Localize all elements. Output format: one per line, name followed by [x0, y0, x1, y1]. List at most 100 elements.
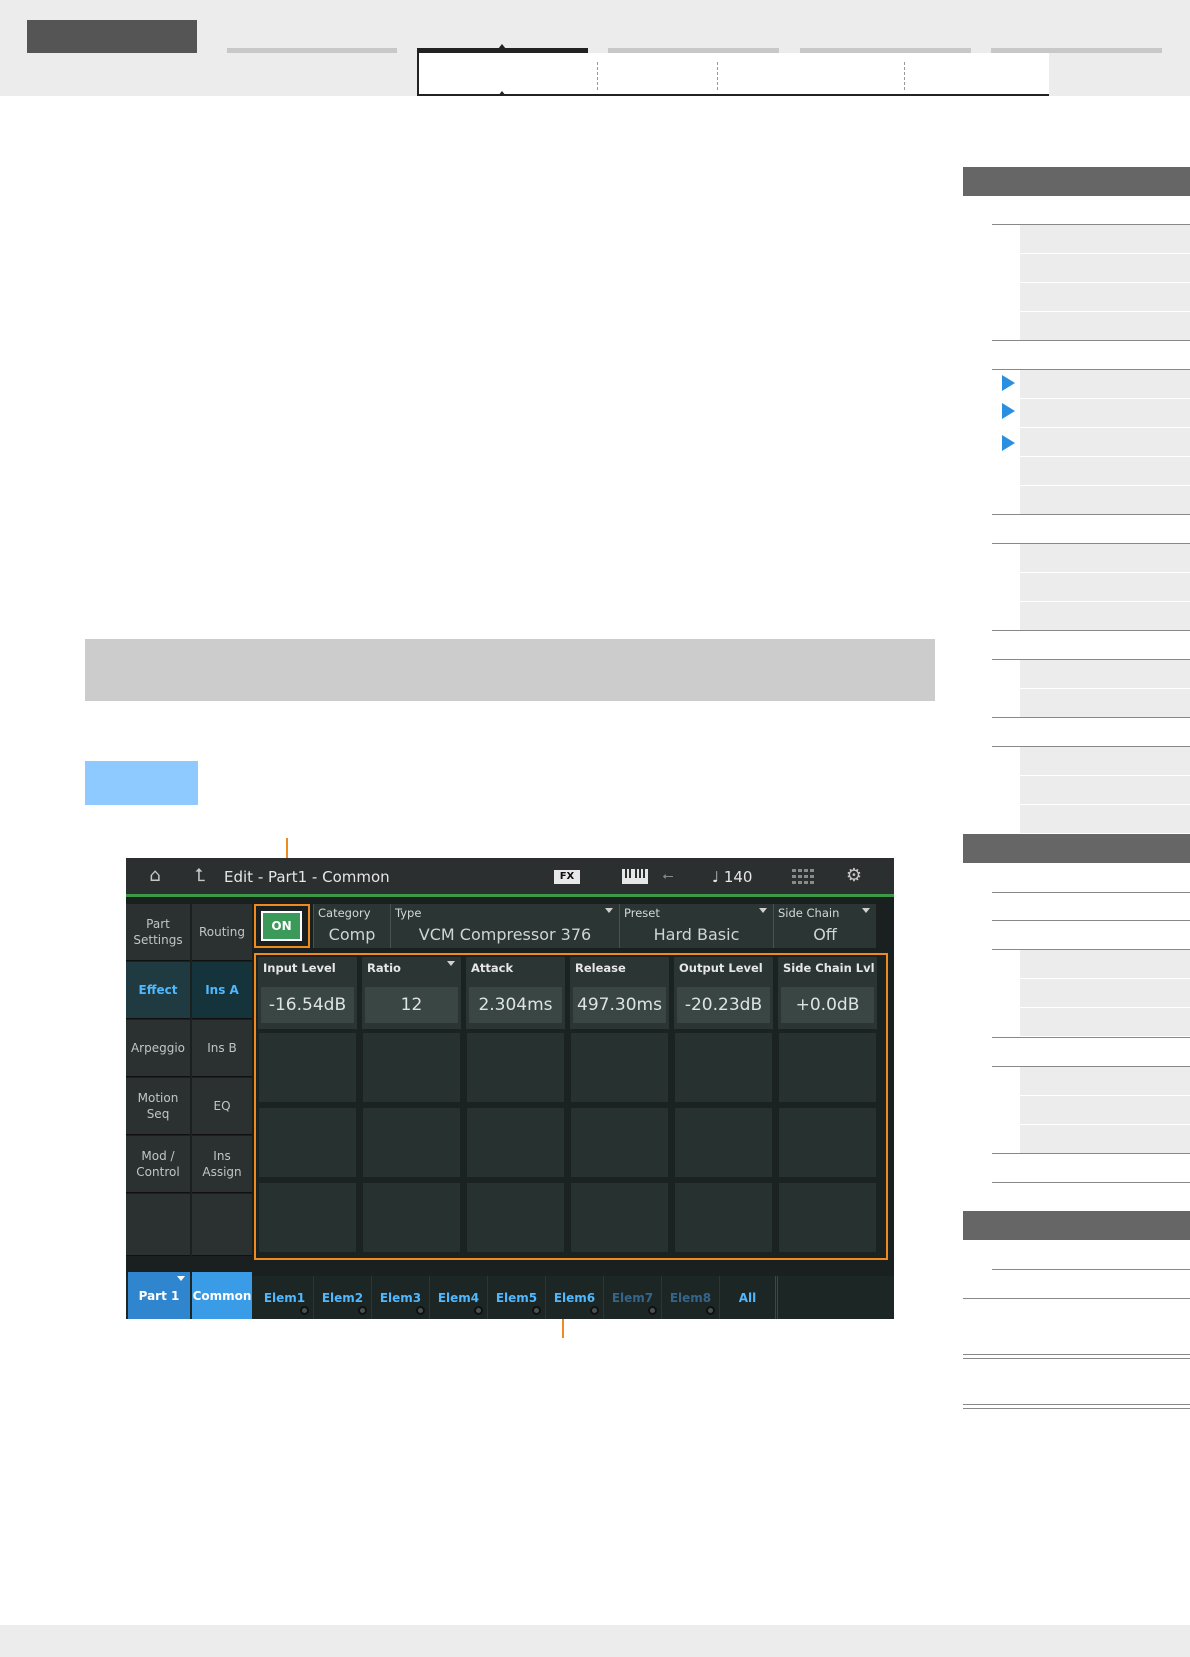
elem-tab-2[interactable]: Elem2: [314, 1276, 372, 1319]
sidebar-item[interactable]: [1020, 544, 1190, 572]
elem-tab-1[interactable]: Elem1: [256, 1276, 314, 1319]
part-tab[interactable]: Part 1: [128, 1272, 190, 1319]
nav-routing[interactable]: Routing: [192, 904, 252, 961]
sidebar-section-header: [963, 167, 1190, 196]
dropdown-icon: [605, 908, 613, 913]
preset-value: Hard Basic: [653, 925, 740, 944]
dropdown-icon: [862, 908, 870, 913]
nav-arpeggio[interactable]: Arpeggio: [126, 1020, 190, 1077]
sidebar-item[interactable]: [1020, 602, 1190, 630]
sidebar-divider: [992, 892, 1190, 893]
sidebar-divider: [992, 514, 1190, 515]
nav-ins-b[interactable]: Ins B: [192, 1020, 252, 1077]
sidebar-divider: [963, 1408, 1190, 1409]
nav-ins-a[interactable]: Ins A: [192, 962, 252, 1019]
status-dot-icon: [590, 1306, 599, 1315]
category-param[interactable]: Category Comp: [313, 904, 390, 948]
nav-empty: [192, 1194, 252, 1256]
sidebar-item[interactable]: [1020, 689, 1190, 717]
sidebar-item[interactable]: [1020, 979, 1190, 1007]
keyboard-icon: [622, 869, 648, 884]
sidebar-item[interactable]: [1020, 457, 1190, 485]
sidebar-item[interactable]: [1020, 370, 1190, 398]
elem-tab-7[interactable]: Elem7: [604, 1276, 662, 1319]
back-arrow-icon[interactable]: ⮤: [188, 858, 212, 894]
sidebar-item[interactable]: [1020, 805, 1190, 833]
sidebar-section-header: [963, 1211, 1190, 1240]
dropdown-icon: [177, 1276, 185, 1281]
type-label: Type: [395, 906, 422, 920]
chapter-title-box: [27, 20, 197, 53]
preset-label: Preset: [624, 906, 660, 920]
sidebar-item[interactable]: [1020, 283, 1190, 311]
subtab-box: [417, 53, 1049, 96]
nav-part-settings[interactable]: Part Settings: [126, 904, 190, 961]
sidebar-item[interactable]: [1020, 254, 1190, 282]
current-page-arrow-icon: [1002, 403, 1015, 419]
status-dot-icon: [300, 1306, 309, 1315]
sidebar-item[interactable]: [1020, 486, 1190, 514]
status-dot-icon: [648, 1306, 657, 1315]
side-chain-param[interactable]: Side Chain Off: [773, 904, 876, 948]
sidebar-item[interactable]: [1020, 776, 1190, 804]
current-page-arrow-icon: [1002, 375, 1015, 391]
nav-effect[interactable]: Effect: [126, 962, 190, 1019]
current-page-arrow-icon: [1002, 435, 1015, 451]
sidebar-item[interactable]: [1020, 950, 1190, 978]
nav-mod-control[interactable]: Mod / Control: [126, 1136, 190, 1193]
elem-tab-label: Elem5: [495, 1290, 538, 1305]
sidebar-item[interactable]: [1020, 573, 1190, 601]
status-dot-icon: [706, 1306, 715, 1315]
status-dot-icon: [358, 1306, 367, 1315]
sidebar-item[interactable]: [1020, 312, 1190, 340]
sidebar-item[interactable]: [1020, 1096, 1190, 1124]
sidebar-section-header: [963, 834, 1190, 863]
status-dot-icon: [532, 1306, 541, 1315]
tempo-display[interactable]: ♩ 140: [712, 858, 752, 896]
sidebar-item[interactable]: [1020, 1125, 1190, 1153]
preset-param[interactable]: Preset Hard Basic: [619, 904, 773, 948]
grid-icon[interactable]: [792, 869, 814, 884]
elem-tab-5[interactable]: Elem5: [488, 1276, 546, 1319]
type-param[interactable]: Type VCM Compressor 376: [390, 904, 619, 948]
type-value: VCM Compressor 376: [418, 925, 592, 944]
sidebar-divider: [963, 1354, 1190, 1355]
nav-empty: [126, 1194, 190, 1256]
sidebar-item[interactable]: [1020, 1067, 1190, 1095]
sidebar-item[interactable]: [1020, 399, 1190, 427]
elem-tab-label: Elem3: [379, 1290, 422, 1305]
screen-title: Edit - Part1 - Common: [224, 868, 390, 886]
dropdown-icon: [759, 908, 767, 913]
elem-tab-6[interactable]: Elem6: [546, 1276, 604, 1319]
nav-motion-seq[interactable]: Motion Seq: [126, 1078, 190, 1135]
section-banner: [85, 639, 935, 701]
elem-tab-8[interactable]: Elem8: [662, 1276, 720, 1319]
sidebar-item[interactable]: [1020, 428, 1190, 456]
sidebar-item[interactable]: [1020, 747, 1190, 775]
sidebar-item[interactable]: [1020, 660, 1190, 688]
sidebar-divider: [992, 1182, 1190, 1183]
elem-tab-label: Elem4: [437, 1290, 480, 1305]
elem-tab-label: Elem2: [321, 1290, 364, 1305]
usb-icon: ⭠: [662, 868, 674, 884]
category-value: Comp: [328, 925, 376, 944]
sidebar-divider: [963, 1358, 1190, 1359]
sidebar-item[interactable]: [1020, 1008, 1190, 1036]
elem-tab-label: Elem7: [611, 1290, 654, 1305]
common-tab[interactable]: Common: [192, 1272, 252, 1319]
status-dot-icon: [416, 1306, 425, 1315]
nav-ins-assign[interactable]: Ins Assign: [192, 1136, 252, 1193]
elem-tab-all[interactable]: All: [720, 1276, 778, 1319]
side-chain-value: Off: [813, 925, 837, 944]
footer-band: [0, 1625, 1190, 1657]
marker-triangle: [498, 91, 506, 96]
sidebar-divider: [963, 1298, 1190, 1299]
gear-icon[interactable]: ⚙: [842, 858, 866, 894]
fx-badge: FX: [554, 870, 580, 884]
home-icon[interactable]: ⌂: [140, 858, 170, 894]
sidebar-item[interactable]: [1020, 225, 1190, 253]
nav-eq[interactable]: EQ: [192, 1078, 252, 1135]
elem-tab-4[interactable]: Elem4: [430, 1276, 488, 1319]
elem-tab-3[interactable]: Elem3: [372, 1276, 430, 1319]
side-chain-label: Side Chain: [778, 906, 840, 920]
